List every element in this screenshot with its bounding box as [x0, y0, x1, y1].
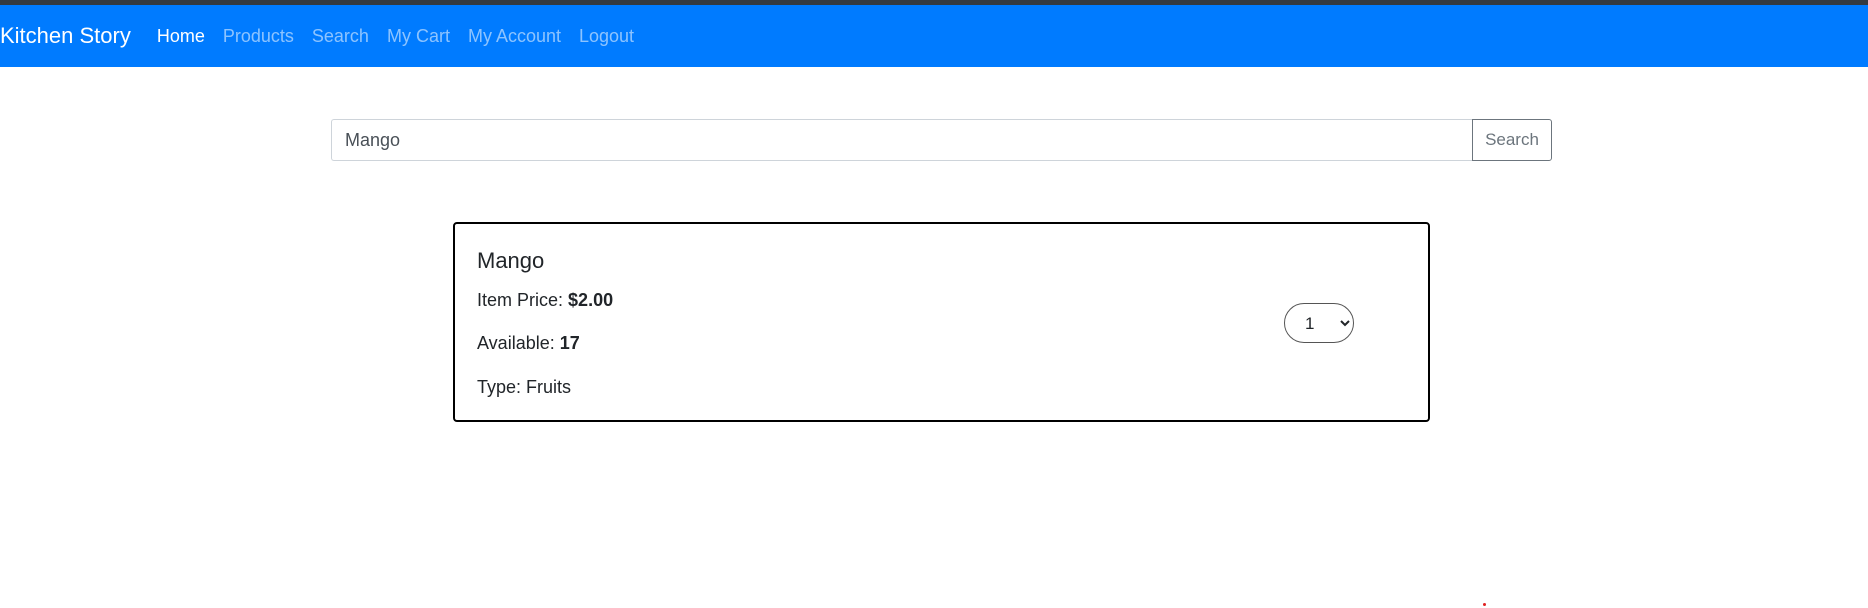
product-card: Mango Item Price: $2.00 Available: 17 Ty…	[453, 222, 1430, 422]
nav-home[interactable]: Home	[157, 26, 205, 47]
nav-my-account[interactable]: My Account	[468, 26, 561, 47]
nav-search[interactable]: Search	[312, 26, 369, 47]
item-price: Item Price: $2.00	[477, 290, 613, 311]
item-price-label: Item Price:	[477, 290, 564, 310]
search-input[interactable]	[331, 119, 1472, 161]
brand-logo[interactable]: Kitchen Story	[0, 23, 131, 49]
navbar: Kitchen Story Home Products Search My Ca…	[0, 5, 1868, 67]
nav-my-cart[interactable]: My Cart	[387, 26, 450, 47]
item-price-value: $2.00	[568, 290, 614, 310]
quantity-select[interactable]: 1	[1284, 303, 1354, 343]
cursor-dot	[1483, 603, 1486, 606]
product-name: Mango	[477, 248, 545, 273]
available-label: Available:	[477, 333, 555, 353]
search-button[interactable]: Search	[1472, 119, 1552, 161]
type-label: Type:	[477, 377, 522, 397]
product-type: Type: Fruits	[477, 377, 571, 398]
available-value: 17	[559, 333, 580, 353]
nav-products[interactable]: Products	[223, 26, 294, 47]
nav-logout[interactable]: Logout	[579, 26, 634, 47]
available-stock: Available: 17	[477, 333, 580, 354]
type-value: Fruits	[526, 377, 572, 397]
search-bar: Search	[331, 119, 1552, 161]
